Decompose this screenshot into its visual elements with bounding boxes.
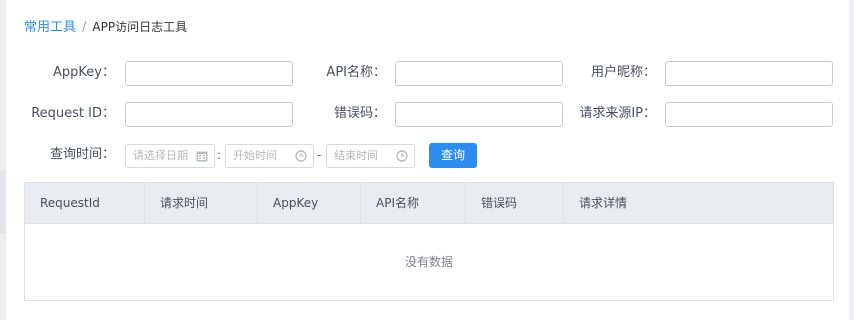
content-panel: 常用工具 / APP访问日志工具 AppKey： API名称： 用户昵称： Requ… [6, 0, 849, 320]
user-nickname-label: 用户昵称： [590, 65, 656, 80]
end-time-placeholder: 结束时间 [334, 149, 378, 162]
column-header-request-detail[interactable]: 请求详情 [564, 183, 833, 223]
date-picker[interactable]: 请选择日期 [125, 144, 215, 168]
appkey-input[interactable] [125, 61, 293, 86]
breadcrumb-root-link[interactable]: 常用工具 [24, 20, 76, 35]
breadcrumb: 常用工具 / APP访问日志工具 [24, 18, 187, 37]
user-nickname-input[interactable] [665, 61, 833, 86]
error-code-input[interactable] [395, 102, 563, 127]
source-ip-input[interactable] [665, 102, 833, 127]
request-id-input[interactable] [125, 102, 293, 127]
search-button[interactable]: 查询 [429, 143, 477, 168]
request-id-label: Request ID： [31, 106, 115, 121]
column-header-api-name[interactable]: API名称 [361, 183, 466, 223]
start-time-picker[interactable]: 开始时间 [225, 144, 314, 168]
api-name-input[interactable] [395, 61, 563, 86]
time-colon: : [217, 148, 222, 162]
clock-icon [396, 150, 408, 162]
table-header: RequestId 请求时间 AppKey API名称 错误码 请求详情 [25, 183, 833, 224]
breadcrumb-current: APP访问日志工具 [92, 20, 188, 34]
query-time-label: 查询时间： [49, 147, 115, 162]
api-name-label: API名称： [326, 65, 386, 80]
breadcrumb-separator: / [82, 20, 87, 35]
clock-icon [295, 150, 307, 162]
source-ip-label: 请求来源IP： [579, 106, 656, 121]
end-time-picker[interactable]: 结束时间 [326, 144, 415, 168]
right-scroll-edge [849, 0, 854, 320]
calendar-icon [196, 151, 208, 162]
error-code-label: 错误码： [333, 106, 386, 121]
column-header-request-time[interactable]: 请求时间 [145, 183, 258, 223]
column-header-error-code[interactable]: 错误码 [466, 183, 564, 223]
results-table: RequestId 请求时间 AppKey API名称 错误码 请求详情 没有数… [24, 182, 834, 301]
date-picker-placeholder: 请选择日期 [133, 149, 188, 162]
appkey-label: AppKey： [53, 65, 115, 80]
table-empty-state: 没有数据 [404, 255, 453, 269]
start-time-placeholder: 开始时间 [233, 149, 277, 162]
column-header-request-id[interactable]: RequestId [25, 183, 145, 223]
column-header-appkey[interactable]: AppKey [258, 183, 361, 223]
range-dash: - [317, 148, 322, 162]
